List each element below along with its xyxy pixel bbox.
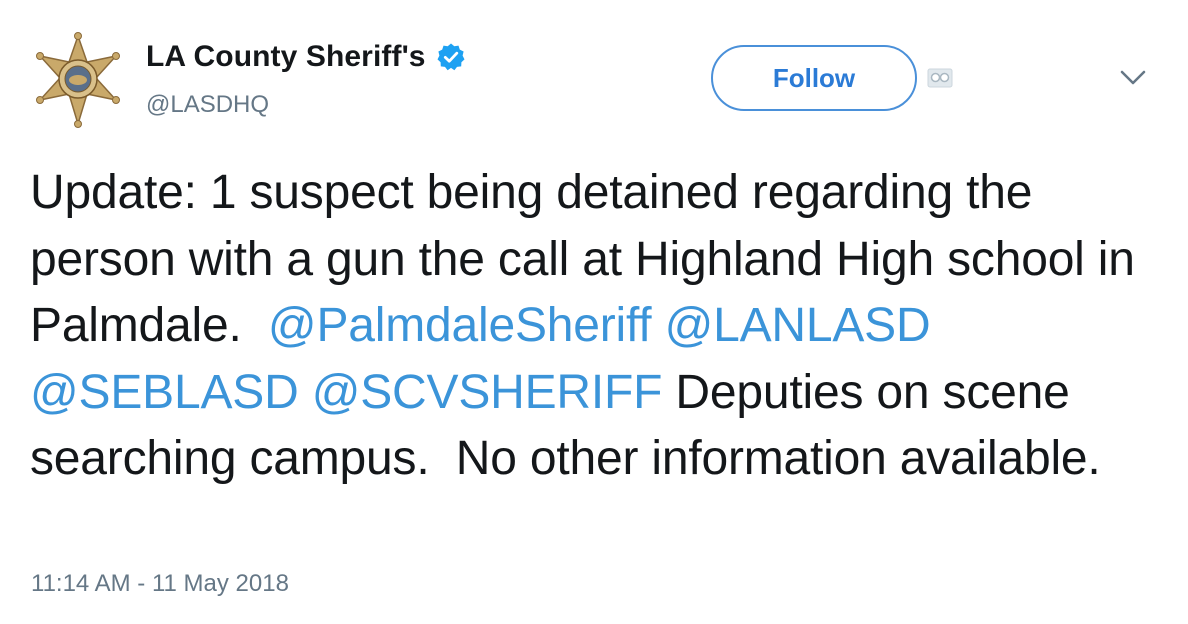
tweet-text-segment xyxy=(930,299,943,352)
follow-button[interactable]: Follow xyxy=(711,45,917,111)
tweet-card: LA County Sheriff's @LASDHQ Follow Updat… xyxy=(0,0,1188,624)
mention-link[interactable]: @SCVSHERIFF xyxy=(312,366,663,419)
card-icon[interactable] xyxy=(927,68,953,88)
verified-badge-icon xyxy=(436,42,466,72)
mention-link[interactable]: @PalmdaleSheriff xyxy=(268,299,652,352)
chevron-down-icon[interactable] xyxy=(1120,70,1146,86)
tweet-text-segment xyxy=(299,366,312,419)
tweet-text-segment xyxy=(651,299,664,352)
author-display-name[interactable]: LA County Sheriff's xyxy=(146,40,426,74)
sheriff-star-badge-icon xyxy=(36,32,120,128)
tweet-timestamp[interactable]: 11:14 AM - 11 May 2018 xyxy=(31,570,289,598)
author-name-row: LA County Sheriff's xyxy=(146,40,466,74)
mention-link[interactable]: @LANLASD xyxy=(665,299,931,352)
tweet-text: Update: 1 suspect being detained regardi… xyxy=(30,160,1160,493)
mention-link[interactable]: @SEBLASD xyxy=(30,366,299,419)
avatar[interactable] xyxy=(30,32,126,128)
author-handle[interactable]: @LASDHQ xyxy=(146,91,269,119)
